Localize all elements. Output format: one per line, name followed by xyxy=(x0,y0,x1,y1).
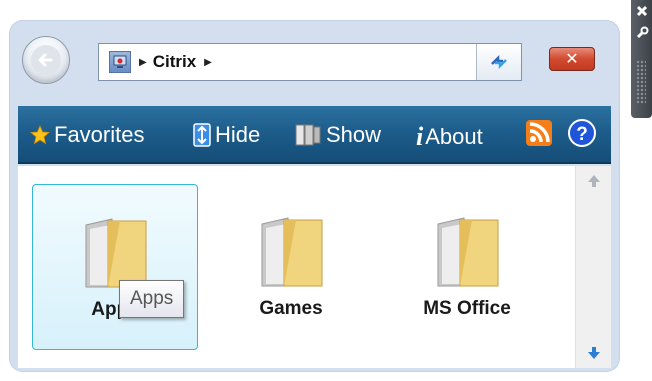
info-icon: i xyxy=(416,122,424,151)
gadget-close-icon[interactable] xyxy=(633,2,650,19)
address-bar[interactable]: ▶ Citrix ▶ xyxy=(98,43,522,81)
hide-label: Hide xyxy=(215,122,261,147)
close-button[interactable]: ✕ xyxy=(549,47,595,71)
hide-button[interactable]: Hide xyxy=(193,122,260,148)
gadget-side-handle xyxy=(631,0,652,118)
refresh-button[interactable] xyxy=(476,44,521,80)
show-button[interactable]: Show xyxy=(294,122,381,148)
favorites-label: Favorites xyxy=(54,122,145,147)
show-icon xyxy=(294,123,322,147)
folder-item-games[interactable]: Games xyxy=(208,184,374,350)
favorites-button[interactable]: Favorites xyxy=(30,122,144,148)
scroll-down-icon xyxy=(588,347,600,359)
folder-view: Apps Games MS Office xyxy=(18,166,611,368)
folder-icon xyxy=(261,217,323,287)
svg-text:?: ? xyxy=(576,124,588,145)
tooltip: Apps xyxy=(119,280,185,318)
tooltip-text: Apps xyxy=(130,288,174,309)
scroll-down-button[interactable] xyxy=(576,340,612,366)
rss-button[interactable] xyxy=(526,120,556,146)
show-label: Show xyxy=(326,122,382,147)
scroll-up-button[interactable] xyxy=(576,168,612,194)
drag-grip[interactable] xyxy=(636,60,646,104)
breadcrumb-item[interactable]: Citrix xyxy=(153,52,196,72)
computer-icon xyxy=(109,51,131,73)
folder-item-apps[interactable]: Apps xyxy=(32,184,198,350)
help-icon: ? xyxy=(568,119,596,147)
vertical-scrollbar[interactable] xyxy=(575,166,611,368)
folder-label: MS Office xyxy=(423,298,511,319)
toolbar: Favorites Hide Show i About ? xyxy=(18,106,611,164)
star-icon xyxy=(30,125,50,145)
help-button[interactable]: ? xyxy=(568,119,600,147)
folder-item-ms-office[interactable]: MS Office xyxy=(384,184,550,350)
back-button[interactable] xyxy=(22,36,70,84)
folder-icon xyxy=(437,217,499,287)
hide-icon xyxy=(193,123,211,147)
scroll-up-icon xyxy=(588,175,600,187)
close-icon: ✕ xyxy=(565,51,579,68)
refresh-icon xyxy=(491,54,507,70)
breadcrumb-separator: ▶ xyxy=(139,56,147,68)
back-arrow-icon xyxy=(31,45,61,75)
about-button[interactable]: i About xyxy=(416,122,483,152)
breadcrumb-separator[interactable]: ▶ xyxy=(204,57,212,68)
rss-icon xyxy=(526,120,552,146)
folder-label: Games xyxy=(259,298,323,319)
about-label: About xyxy=(425,124,483,149)
wrench-icon[interactable] xyxy=(633,24,650,41)
